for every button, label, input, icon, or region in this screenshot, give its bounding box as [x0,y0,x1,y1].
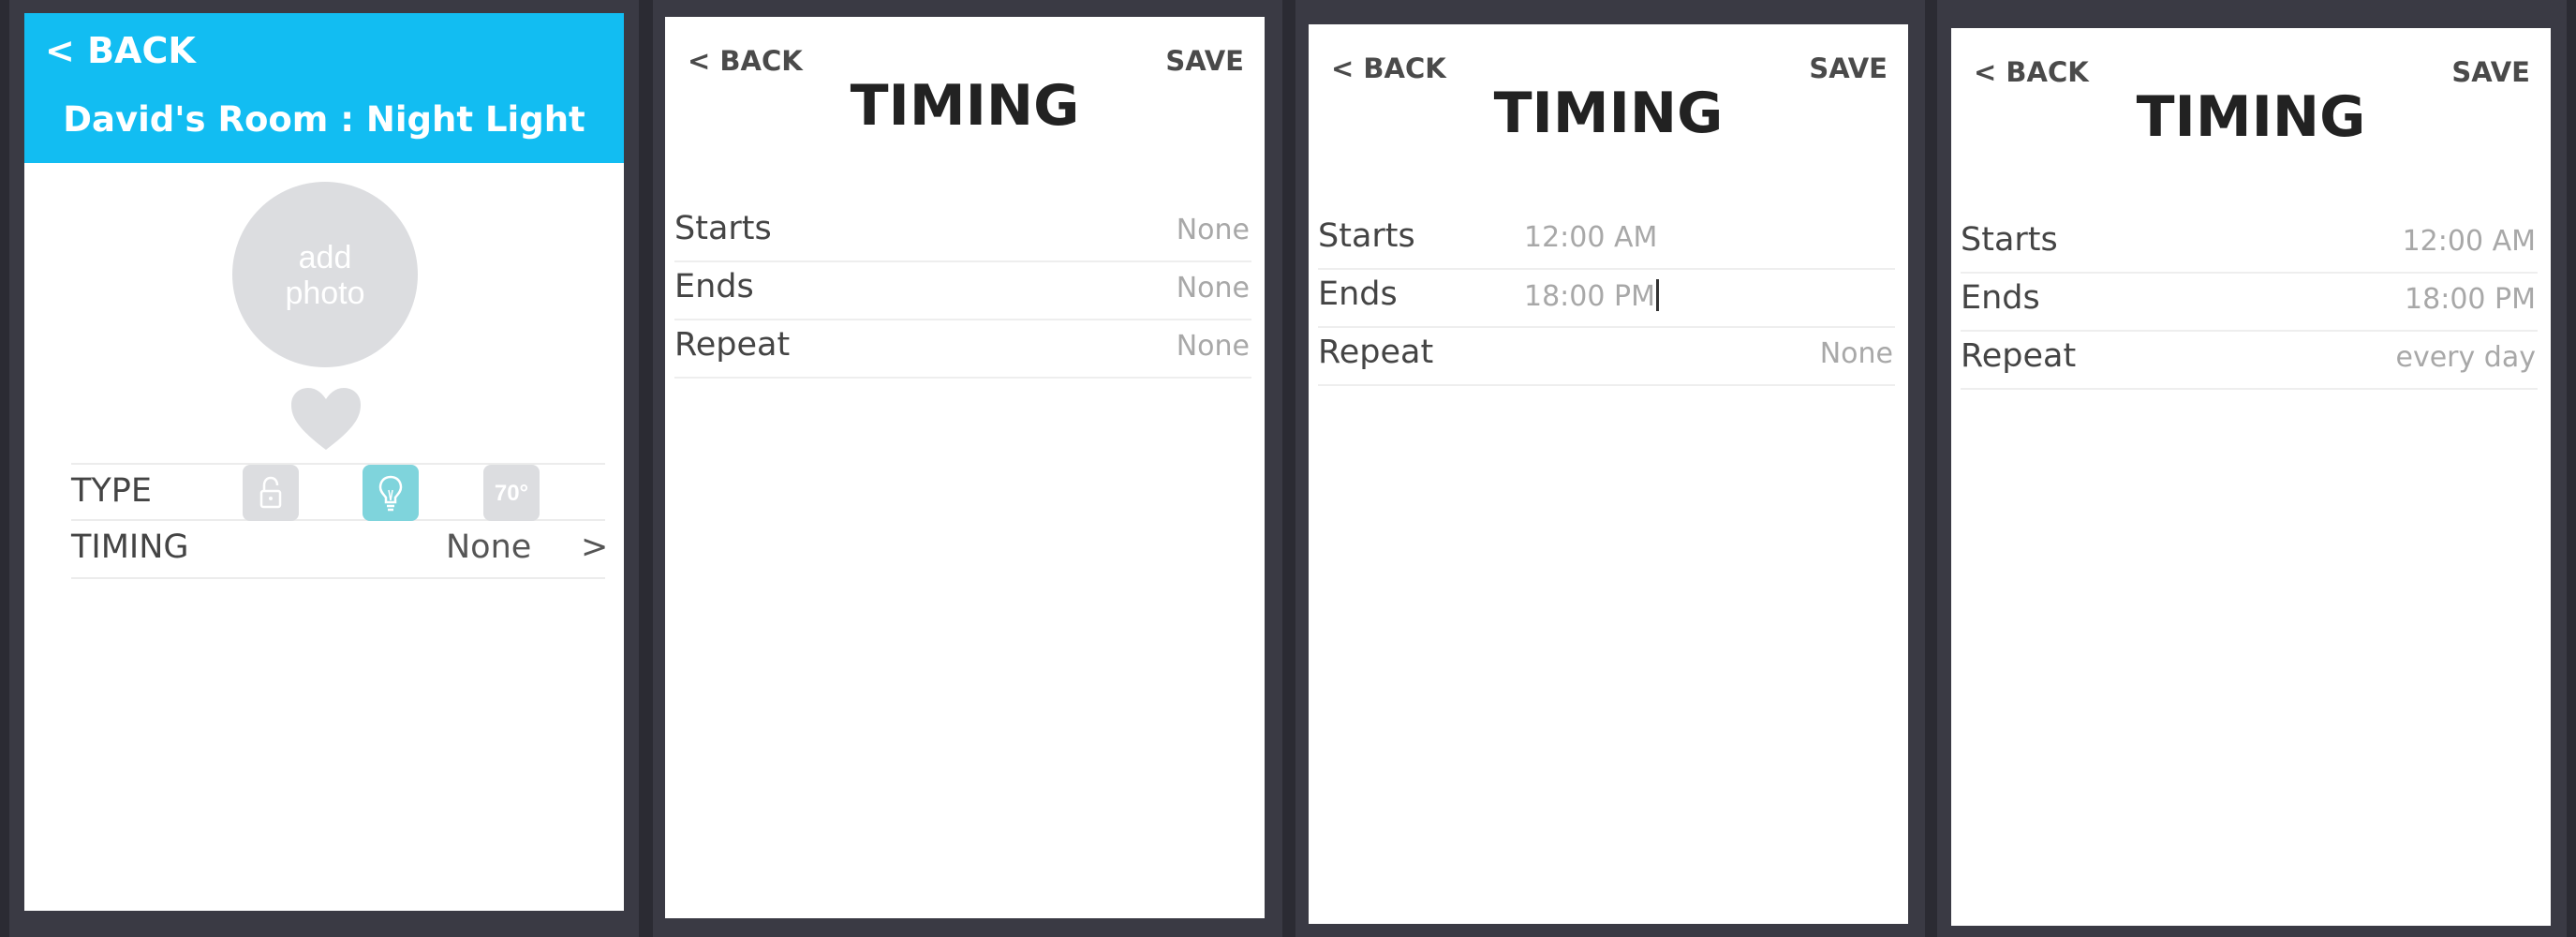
favorite-heart-icon[interactable] [289,386,363,452]
timing-screen-empty: < BACK SAVE TIMING Starts None Ends None… [665,17,1265,918]
page-title: David's Room : Night Light [63,99,585,140]
repeat-label: Repeat [1961,337,2077,375]
text-cursor [1655,279,1659,311]
starts-row[interactable]: Starts 12:00 AM [1318,212,1895,270]
page-title: TIMING [2136,84,2366,150]
starts-row[interactable]: Starts None [674,204,1251,262]
chevron-right-icon: > [581,528,609,566]
type-thermostat-button[interactable]: 70° [483,465,540,521]
save-button[interactable]: SAVE [2451,56,2530,88]
starts-label: Starts [1961,221,2058,259]
save-button[interactable]: SAVE [1165,45,1244,77]
starts-row[interactable]: Starts 12:00 AM [1961,216,2538,274]
timing-screen-editing: < BACK SAVE TIMING Starts 12:00 AM Ends … [1309,24,1908,924]
type-label: TYPE [71,472,152,510]
ends-label: Ends [1961,279,2040,317]
starts-label: Starts [1318,217,1415,255]
ends-label: Ends [674,268,754,305]
device-settings-screen: < BACK David's Room : Night Light add ph… [24,13,624,911]
repeat-label: Repeat [674,326,791,364]
type-light-button[interactable] [363,465,419,521]
repeat-value: every day [2395,341,2536,374]
page-title: TIMING [850,73,1080,139]
back-button[interactable]: < BACK [1974,56,2089,88]
timing-row[interactable]: TIMING None > [71,521,609,579]
type-lock-button[interactable] [243,465,299,521]
repeat-row[interactable]: Repeat every day [1961,332,2538,390]
timing-screen-set: < BACK SAVE TIMING Starts 12:00 AM Ends … [1951,28,2551,926]
type-row: TYPE 70° [71,463,605,521]
ends-time-input[interactable]: 18:00 PM [1524,279,1659,313]
add-photo-label-line1: add [298,240,352,275]
starts-value: 12:00 AM [2402,225,2536,258]
save-button[interactable]: SAVE [1809,52,1888,84]
page-title: TIMING [1493,81,1724,146]
ends-value: None [1176,272,1250,305]
temperature-icon: 70° [494,481,529,506]
repeat-value: None [1819,337,1893,370]
header-bar: < BACK David's Room : Night Light [24,13,624,163]
ends-value: 18:00 PM [2405,283,2536,316]
ends-row[interactable]: Ends 18:00 PM [1318,270,1895,328]
ends-time-value: 18:00 PM [1524,280,1655,313]
ends-row[interactable]: Ends 18:00 PM [1961,274,2538,332]
starts-time-input[interactable]: 12:00 AM [1524,221,1657,254]
ends-row[interactable]: Ends None [674,262,1251,320]
repeat-row[interactable]: Repeat None [674,320,1251,379]
timing-label: TIMING [71,528,189,566]
add-photo-button[interactable]: add photo [232,182,418,367]
lightbulb-icon [378,475,403,512]
timing-value: None [446,528,532,566]
back-button[interactable]: < BACK [688,45,803,77]
lock-icon [259,476,282,509]
repeat-row[interactable]: Repeat None [1318,328,1895,386]
repeat-value: None [1176,330,1250,363]
repeat-label: Repeat [1318,334,1434,371]
add-photo-label-line2: photo [285,275,365,311]
starts-value: None [1176,214,1250,246]
back-button[interactable]: < BACK [45,30,196,71]
ends-label: Ends [1318,275,1398,313]
back-button[interactable]: < BACK [1331,52,1446,84]
starts-label: Starts [674,210,772,247]
